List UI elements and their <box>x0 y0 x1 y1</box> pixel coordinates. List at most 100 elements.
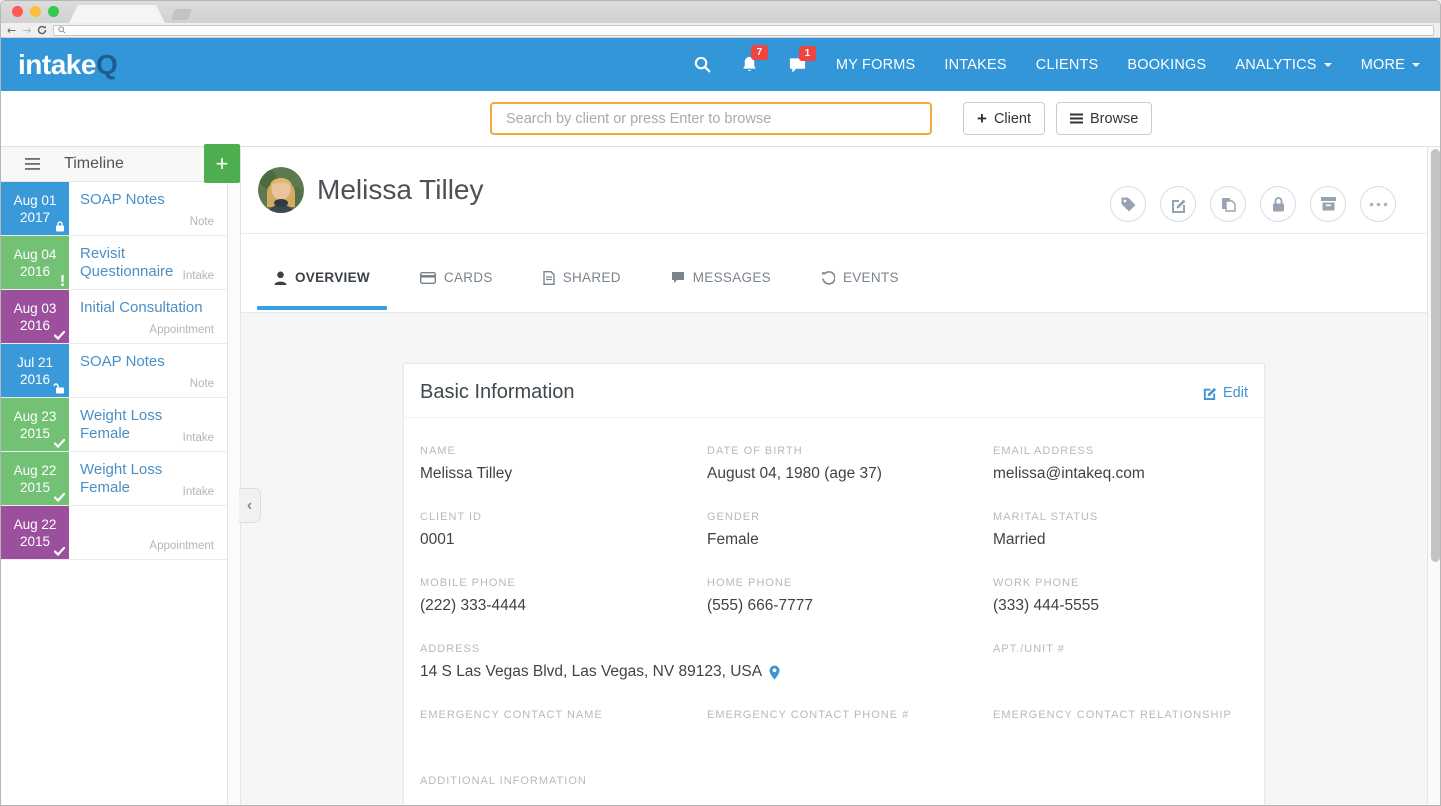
intakeq-logo[interactable]: intakeQ <box>18 49 117 81</box>
zoom-window-button[interactable] <box>48 6 59 17</box>
timeline-entry[interactable]: Aug 012017 SOAP NotesNote <box>1 182 227 236</box>
edit-note-button[interactable] <box>1160 186 1196 222</box>
list-view-icon[interactable] <box>25 158 40 170</box>
entry-type: Intake <box>183 432 214 444</box>
chevron-down-icon <box>1324 63 1332 67</box>
field-name: NAME Melissa Tilley <box>420 445 707 484</box>
field-apt-unit: APT./UNIT # <box>993 643 1248 682</box>
alert-icon <box>60 275 65 286</box>
entry-date: Aug 222015 <box>1 452 69 505</box>
tab-messages[interactable]: MESSAGES <box>671 270 771 312</box>
entry-type: Appointment <box>149 540 214 552</box>
map-pin-icon[interactable] <box>769 665 780 680</box>
lock-icon <box>55 221 65 232</box>
check-icon <box>54 331 65 340</box>
entry-title-link[interactable]: Revisit Questionnaire <box>80 245 173 280</box>
lock-button[interactable] <box>1260 186 1296 222</box>
add-timeline-item-button[interactable]: + <box>204 144 240 183</box>
tag-button[interactable] <box>1110 186 1146 222</box>
entry-date: Aug 222015 <box>1 506 69 559</box>
edit-basic-info-button[interactable]: Edit <box>1202 385 1248 401</box>
unlock-icon <box>53 383 65 394</box>
nav-bookings[interactable]: BOOKINGS <box>1127 57 1206 73</box>
search-icon <box>694 56 711 73</box>
client-main-panel: Melissa Tilley <box>241 147 1427 806</box>
check-icon <box>54 547 65 556</box>
nav-analytics[interactable]: ANALYTICS <box>1235 57 1331 73</box>
search-button[interactable] <box>694 56 711 73</box>
field-date-of-birth: DATE OF BIRTH August 04, 1980 (age 37) <box>707 445 993 484</box>
browser-tab-strip <box>1 1 1440 23</box>
collapse-sidebar-handle[interactable]: ‹ <box>239 488 261 523</box>
tab-events[interactable]: EVENTS <box>821 270 899 312</box>
notification-badge: 7 <box>751 45 768 60</box>
client-actions <box>1110 186 1396 222</box>
archive-icon <box>1320 196 1337 212</box>
browse-button[interactable]: Browse <box>1056 102 1152 135</box>
add-client-button[interactable]: +Client <box>963 102 1045 135</box>
more-button[interactable] <box>1360 186 1396 222</box>
entry-title-link[interactable]: Initial Consultation <box>80 299 203 316</box>
sidebar-gutter <box>228 147 241 806</box>
copy-button[interactable] <box>1210 186 1246 222</box>
nav-more[interactable]: MORE <box>1361 57 1420 73</box>
compose-icon <box>1170 196 1187 213</box>
timeline-entry[interactable]: Aug 042016 Revisit QuestionnaireIntake <box>1 236 227 290</box>
field-gender: GENDER Female <box>707 511 993 550</box>
timeline-entry[interactable]: Aug 032016 Initial Consultation Appointme… <box>1 290 227 344</box>
tab-overview[interactable]: OVERVIEW <box>274 270 370 312</box>
chat-bubble-icon <box>671 271 685 284</box>
close-window-button[interactable] <box>12 6 23 17</box>
field-emergency-contact-phone: EMERGENCY CONTACT PHONE # <box>707 709 993 748</box>
timeline-entry[interactable]: Jul 212016 SOAP NotesNote <box>1 344 227 398</box>
field-emergency-contact-name: EMERGENCY CONTACT NAME <box>420 709 707 748</box>
tab-shared[interactable]: SHARED <box>543 270 621 312</box>
back-icon[interactable]: ← <box>7 25 16 36</box>
avatar[interactable] <box>258 167 304 213</box>
refresh-icon[interactable] <box>37 25 47 35</box>
new-tab-button[interactable] <box>171 9 192 20</box>
timeline-entry[interactable]: Aug 222015 Weight Loss Female Intake <box>1 452 227 506</box>
history-icon <box>821 271 835 285</box>
copy-icon <box>1220 196 1237 213</box>
entry-date: Jul 212016 <box>1 344 69 397</box>
client-search-input[interactable] <box>490 102 932 135</box>
messages-badge: 1 <box>799 46 816 61</box>
timeline-entry[interactable]: Aug 222015 Appointment <box>1 506 227 560</box>
client-name: Melissa Tilley <box>317 174 483 206</box>
timeline-entry[interactable]: Aug 232015 Weight Loss Female Intake <box>1 398 227 452</box>
browser-tab[interactable] <box>69 5 165 23</box>
entry-title-link[interactable]: SOAP Notes <box>80 353 165 370</box>
notifications-button[interactable]: 7 <box>740 55 759 74</box>
field-emergency-contact-relationship: EMERGENCY CONTACT RELATIONSHIP <box>993 709 1248 748</box>
entry-type: Appointment <box>149 324 214 336</box>
nav-intakes[interactable]: INTAKES <box>944 57 1006 73</box>
tab-cards[interactable]: CARDS <box>420 270 493 312</box>
url-bar[interactable] <box>53 25 1434 36</box>
entry-title-link[interactable]: SOAP Notes <box>80 191 165 208</box>
forward-icon[interactable]: → <box>22 25 31 36</box>
scrollbar-thumb[interactable] <box>1431 149 1440 562</box>
minimize-window-button[interactable] <box>30 6 41 17</box>
user-icon <box>274 271 287 285</box>
client-tabs: OVERVIEW CARDS SHARED MESSAGES EVENTS <box>241 234 1427 313</box>
entry-date: Aug 032016 <box>1 290 69 343</box>
entry-title-link[interactable]: Weight Loss Female <box>80 461 162 496</box>
scrollbar-track[interactable] <box>1427 147 1441 806</box>
entry-type: Intake <box>183 486 214 498</box>
lock-icon <box>1271 196 1286 213</box>
edit-icon <box>1202 385 1217 400</box>
entry-title-link[interactable]: Weight Loss Female <box>80 407 162 442</box>
entry-date: Aug 042016 <box>1 236 69 289</box>
list-icon <box>1070 113 1083 125</box>
nav-clients[interactable]: CLIENTS <box>1036 57 1099 73</box>
entry-date: Aug 232015 <box>1 398 69 451</box>
archive-button[interactable] <box>1310 186 1346 222</box>
field-email-address: EMAIL ADDRESS melissa@intakeq.com <box>993 445 1248 484</box>
messages-button[interactable]: 1 <box>788 56 807 74</box>
client-header: Melissa Tilley <box>241 147 1427 234</box>
field-mobile-phone: MOBILE PHONE (222) 333-4444 <box>420 577 707 616</box>
chevron-down-icon <box>1412 63 1420 67</box>
nav-my-forms[interactable]: MY FORMS <box>836 57 915 73</box>
basic-information-card: Basic Information Edit NAME Melissa Till… <box>403 363 1265 806</box>
